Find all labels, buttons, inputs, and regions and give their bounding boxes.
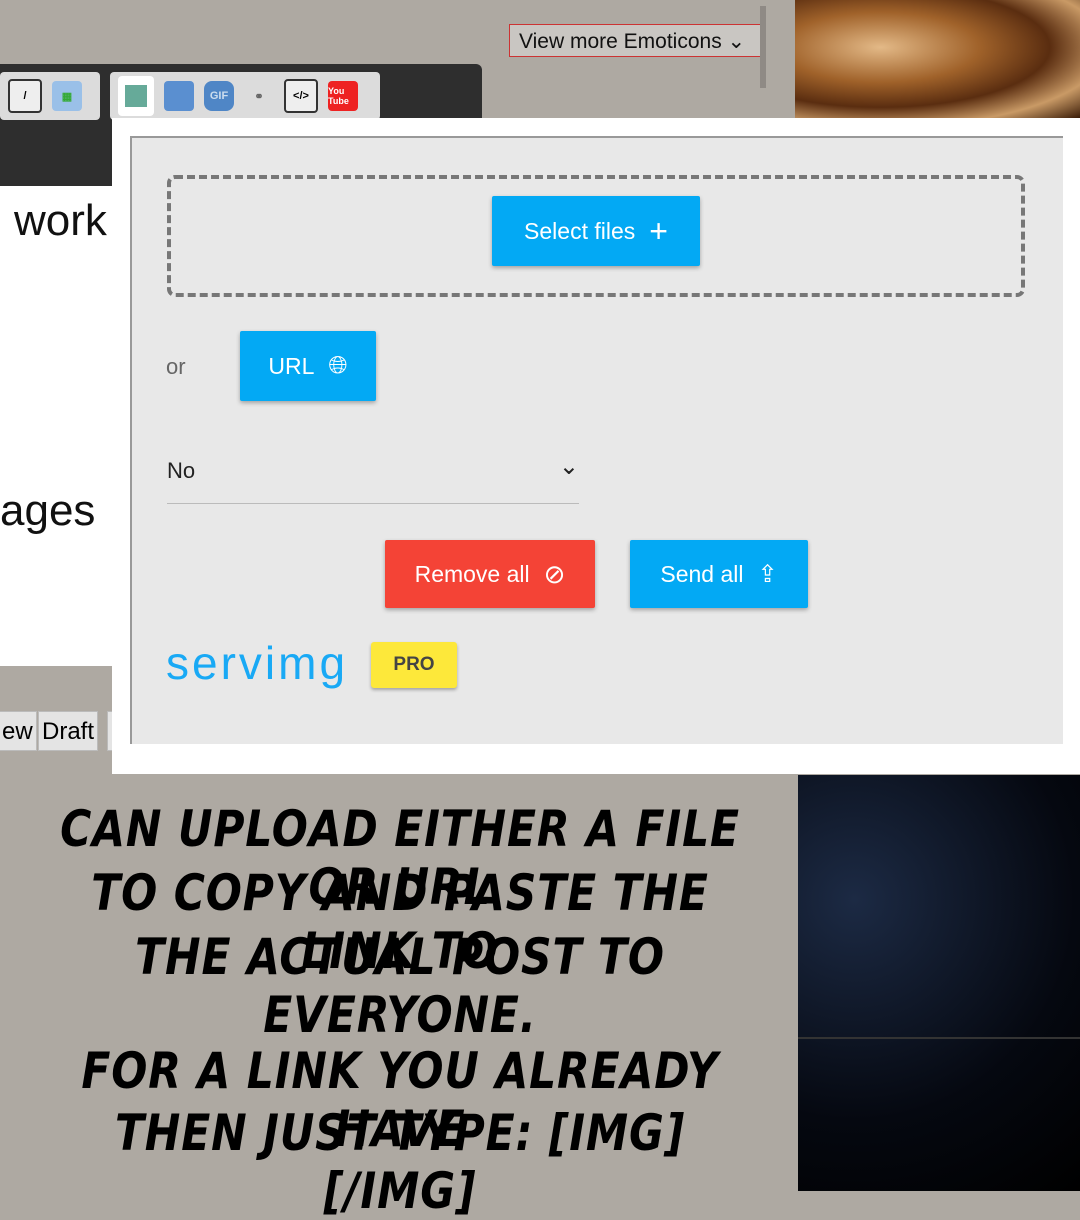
remove-all-label: Remove all (414, 560, 530, 587)
gif-icon[interactable]: GIF (204, 81, 234, 111)
insert-link-icon[interactable]: ⚭ (244, 81, 274, 111)
embed-code-icon[interactable]: </> (284, 79, 318, 113)
toolbar-group-media: GIF ⚭ </> You Tube (110, 72, 380, 120)
pro-badge[interactable]: PRO (371, 642, 457, 688)
insert-image-icon[interactable] (164, 81, 194, 111)
option-select[interactable]: No ⌄ (167, 448, 579, 504)
chevron-down-icon: ⌄ (727, 30, 746, 53)
insert-table-icon[interactable]: ▦ (52, 81, 82, 111)
url-label: URL (268, 352, 315, 379)
ban-icon: ⊘ (543, 558, 566, 589)
plus-icon: + (649, 212, 668, 249)
scrollbar[interactable] (760, 6, 766, 88)
remove-all-button[interactable]: Remove all ⊘ (385, 540, 595, 608)
annotation-line: the actual post to everyone. (135, 928, 665, 1044)
toolbar-group: / ▦ (0, 72, 100, 120)
annotation-line: then just type: [IMG] [/IMG] (114, 1104, 686, 1220)
background-space-image (798, 775, 1080, 1191)
select-value: No (167, 458, 196, 483)
select-files-button[interactable]: Select files + (492, 196, 700, 266)
emoticons-label: View more Emoticons (519, 30, 722, 53)
globe-icon: 🌐︎ (328, 352, 348, 379)
or-label: or (166, 354, 186, 379)
background-photo (795, 0, 1080, 118)
view-more-emoticons-select[interactable]: View more Emoticons ⌄ (509, 24, 765, 57)
host-image-icon[interactable] (118, 76, 154, 116)
select-files-label: Select files (524, 217, 636, 244)
editor-text: ages (0, 486, 96, 535)
youtube-icon[interactable]: You Tube (328, 81, 358, 111)
send-all-button[interactable]: Send all ⇪ (630, 540, 808, 608)
editor-area[interactable] (0, 186, 112, 666)
preview-button[interactable]: ew (0, 711, 37, 751)
draft-button[interactable]: Draft (38, 711, 99, 751)
servimg-logo[interactable]: servimg (166, 636, 348, 690)
url-button[interactable]: URL 🌐︎ (240, 331, 376, 401)
upload-icon: ⇪ (757, 560, 778, 588)
chevron-down-icon: ⌄ (558, 453, 579, 480)
send-all-label: Send all (660, 560, 744, 587)
editor-text: work (14, 196, 107, 245)
strikethrough-icon[interactable]: / (8, 79, 42, 113)
